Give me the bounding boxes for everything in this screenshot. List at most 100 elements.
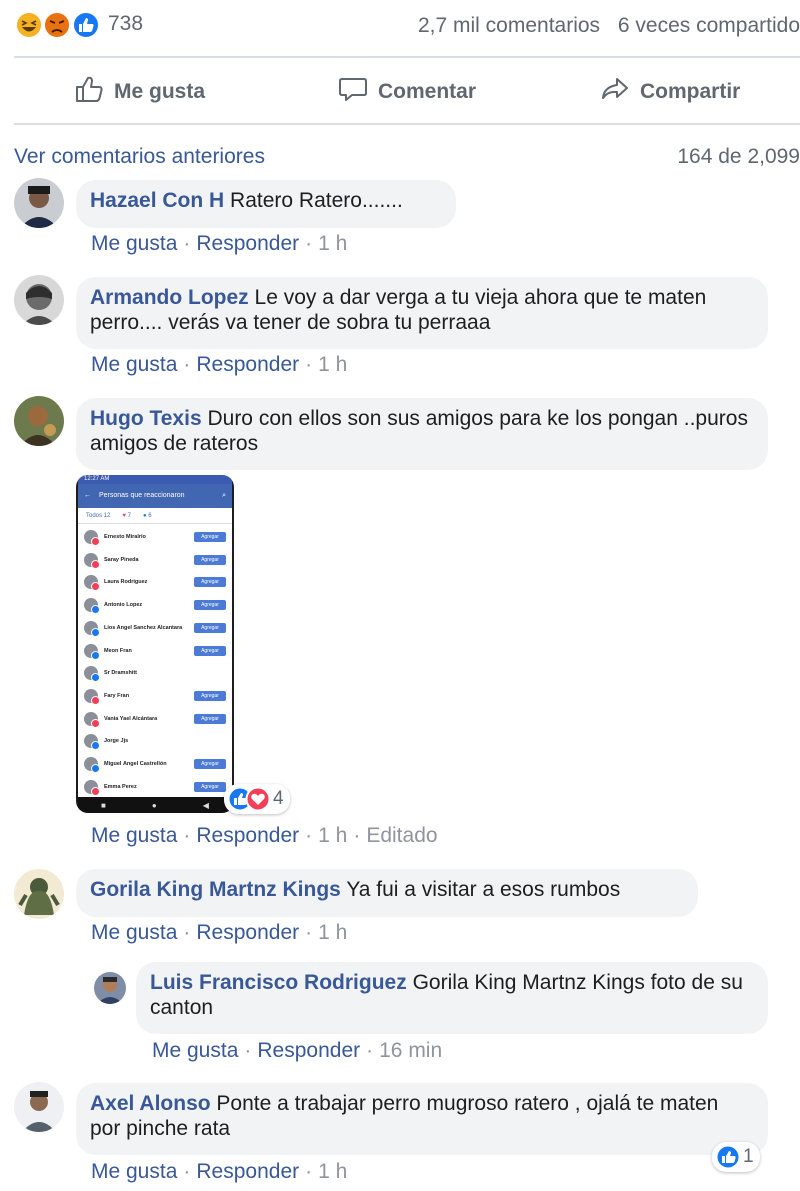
screenshot-person-avatar: [84, 711, 100, 728]
attached-screenshot[interactable]: 12:27 AM ← Personas que reaccionaron ⌕ T…: [76, 475, 234, 813]
share-label: Compartir: [640, 80, 741, 103]
screenshot-person-avatar: [84, 620, 100, 637]
screenshot-person-row: Saray Pineda Agregar: [84, 549, 226, 571]
screenshot-add-button: Agregar: [194, 600, 226, 611]
comment-reply-link[interactable]: Responder: [196, 353, 299, 376]
screenshot-add-button: Agregar: [194, 577, 226, 588]
comment-author[interactable]: Hazael Con H: [90, 189, 224, 212]
separator: ·: [305, 824, 313, 847]
comment-reply-link[interactable]: Responder: [196, 232, 299, 255]
separator: ·: [244, 1039, 252, 1062]
comment-reply-link[interactable]: Responder: [196, 1160, 299, 1183]
comment-reply-link[interactable]: Responder: [196, 921, 299, 944]
screenshot-person-avatar: [84, 598, 100, 615]
reaction-badge-icon: [91, 537, 100, 546]
screenshot-person-row: Emma Perez Agregar: [84, 776, 226, 798]
comment-timestamp[interactable]: 1 h: [318, 921, 347, 944]
avatar[interactable]: [14, 178, 64, 228]
avatar[interactable]: [14, 1082, 64, 1132]
screenshot-person-name: Antonio Lopez: [104, 602, 143, 609]
comment-reactions[interactable]: 1: [712, 1142, 760, 1172]
screenshot-screen: 12:27 AM ← Personas que reaccionaron ⌕ T…: [78, 475, 232, 813]
avatar[interactable]: [14, 869, 64, 919]
like-love-icons: [227, 786, 271, 812]
screenshot-add-button: Agregar: [194, 554, 226, 565]
comment-like-link[interactable]: Me gusta: [91, 824, 177, 847]
reaction-badge-icon: [91, 786, 100, 796]
reaction-badge-icon: [91, 650, 100, 660]
reply-actions: Me gusta · Responder · 16 min: [152, 1039, 442, 1063]
comment-reactions[interactable]: 4: [224, 784, 290, 814]
back-arrow-icon: ←: [84, 492, 91, 499]
comment-timestamp[interactable]: 1 h: [318, 1160, 347, 1183]
comment-like-link[interactable]: Me gusta: [91, 232, 177, 255]
reaction-badge-icon: [91, 764, 100, 773]
reply-author[interactable]: Luis Francisco Rodriguez: [150, 971, 407, 994]
speech-bubble-icon: [338, 74, 368, 110]
reply-bubble: Luis Francisco Rodriguez Gorila King Mar…: [136, 962, 768, 1034]
comment-bubble: Hazael Con H Ratero Ratero.......: [76, 180, 456, 228]
divider: [14, 123, 800, 125]
comment-author[interactable]: Gorila King Martnz Kings: [90, 878, 341, 901]
comment-bubble: Gorila King Martnz Kings Ya fui a visita…: [76, 869, 698, 917]
comment-button[interactable]: Comentar: [338, 72, 476, 112]
like-button[interactable]: Me gusta: [74, 72, 205, 112]
avatar[interactable]: [14, 275, 64, 325]
screenshot-person-avatar: [84, 757, 100, 773]
screenshot-person-name: Vania Yael Alcántara: [104, 715, 158, 722]
recent-apps-icon: ■: [101, 800, 106, 810]
screenshot-person-avatar: [84, 575, 100, 592]
comment-like-link[interactable]: Me gusta: [91, 1160, 177, 1183]
separator: ·: [183, 232, 191, 255]
avatar[interactable]: [94, 972, 126, 1004]
like-icon: [715, 1144, 741, 1170]
view-previous-comments-link[interactable]: Ver comentarios anteriores: [14, 145, 265, 169]
comment-timestamp[interactable]: 1 h: [318, 824, 347, 847]
comment-author[interactable]: Armando Lopez: [90, 286, 249, 309]
edited-label[interactable]: Editado: [366, 824, 437, 847]
comment-like-link[interactable]: Me gusta: [91, 921, 177, 944]
screenshot-nav-bar: ■ ● ◀: [78, 797, 232, 813]
screenshot-person-row: Laura Rodriguez Agregar: [84, 571, 226, 593]
comment-count-link[interactable]: 2,7 mil comentarios: [418, 14, 600, 37]
comments-count: 164 de 2,099: [677, 145, 800, 168]
share-arrow-icon: [600, 74, 630, 110]
reply-reply-link[interactable]: Responder: [257, 1039, 360, 1062]
comment-timestamp[interactable]: 1 h: [318, 232, 347, 255]
avatar[interactable]: [14, 396, 64, 446]
screenshot-app-bar: ← Personas que reaccionaron ⌕: [78, 484, 232, 508]
comment-actions: Me gusta · Responder · 1 h: [91, 232, 347, 256]
screenshot-person-row: Meon Fran Agregar: [84, 640, 226, 662]
comment-label: Comentar: [378, 80, 477, 103]
separator: ·: [183, 824, 191, 847]
comment-timestamp[interactable]: 1 h: [318, 353, 347, 376]
screenshot-person-avatar: [84, 734, 100, 751]
separator: ·: [183, 353, 191, 376]
share-button[interactable]: Compartir: [600, 72, 740, 112]
comment-actions: Me gusta · Responder · 1 h: [91, 353, 347, 377]
reaction-count[interactable]: 738: [108, 12, 143, 36]
screenshot-person-avatar: [84, 688, 100, 705]
screenshot-person-name: Meon Fran: [104, 647, 132, 654]
reaction-summary[interactable]: [14, 10, 104, 40]
reaction-badge-icon: [91, 582, 100, 592]
separator: ·: [305, 1160, 313, 1183]
comment-reply-link[interactable]: Responder: [196, 824, 299, 847]
reply-timestamp[interactable]: 16 min: [379, 1039, 442, 1062]
reply-like-link[interactable]: Me gusta: [152, 1039, 238, 1062]
screenshot-tab-like: ● 6: [142, 512, 152, 519]
comment-author[interactable]: Hugo Texis: [90, 407, 202, 430]
screenshot-add-button: Agregar: [194, 645, 226, 656]
like-label: Me gusta: [114, 80, 206, 103]
comment-text: Ratero Ratero.......: [230, 189, 403, 212]
share-count-link[interactable]: 6 veces compartido: [618, 14, 800, 37]
screenshot-person-row: Antonio Lopez Agregar: [84, 594, 226, 616]
comment-like-link[interactable]: Me gusta: [91, 353, 177, 376]
comment-bubble: Armando Lopez Le voy a dar verga a tu vi…: [76, 277, 768, 349]
screenshot-tab-all: Todos 12: [86, 512, 111, 519]
separator: ·: [353, 824, 361, 847]
screenshot-person-row: Vania Yael Alcántara Agregar: [84, 708, 226, 730]
comment-author[interactable]: Axel Alonso: [90, 1092, 211, 1115]
separator: ·: [183, 921, 191, 944]
screenshot-person-name: Miguel Ángel Castrellón: [104, 761, 167, 767]
